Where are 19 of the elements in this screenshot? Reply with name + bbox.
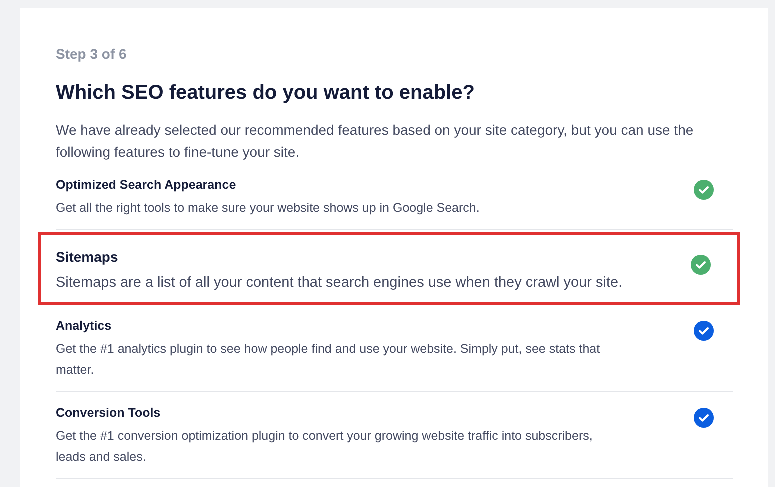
feature-description: Get the #1 analytics plugin to see how people find and use your website. Simply put, see stats that matter. (56, 341, 602, 379)
intro-text: We have already selected our recommended features based on your site category, but you can use the following features to fine-tune your site. (56, 121, 695, 162)
feature-title: Analytics (56, 319, 113, 333)
feature-row[interactable]: Conversion Tools Get the #1 conversion optimization plugin to convert your growing website traffic into subscribers, leads and sales. (56, 392, 733, 479)
highlighted-feature-row[interactable]: Sitemaps Sitemaps are a list of all your content that search engines use when they crawl your site. (38, 232, 740, 305)
step-label: Step 3 of 6 (56, 46, 128, 62)
checkmark-icon[interactable] (694, 180, 714, 200)
feature-title: Optimized Search Appearance (56, 178, 238, 192)
feature-description: Get the #1 conversion optimization plugin to convert your growing website traffic into subscribers, leads and sales. (56, 428, 594, 466)
checkmark-icon[interactable] (694, 408, 714, 428)
page-title: Which SEO features do you want to enable? (56, 82, 476, 105)
feature-title: Sitemaps (56, 249, 120, 265)
feature-description: Sitemaps are a list of all your content that search engines use when they crawl your site. (56, 274, 623, 293)
feature-row[interactable]: Optimized Search Appearance Get all the right tools to make sure your website shows up in Google Search. (56, 171, 733, 230)
checkmark-icon[interactable] (694, 321, 714, 341)
checkmark-icon[interactable] (691, 255, 711, 275)
feature-description: Get all the right tools to make sure your website shows up in Google Search. (56, 200, 480, 217)
feature-row[interactable]: Analytics Get the #1 analytics plugin to see how people find and use your website. Simply put, see stats that matter. (56, 305, 733, 392)
feature-title: Conversion Tools (56, 406, 162, 420)
